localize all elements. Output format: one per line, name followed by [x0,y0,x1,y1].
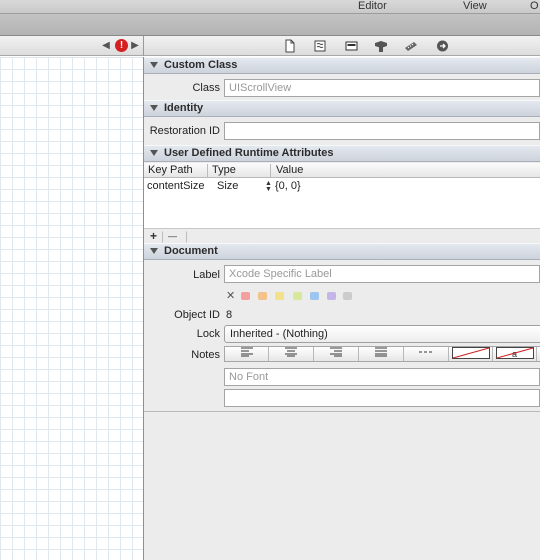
menu-bar: Editor View O [0,0,540,14]
label-color-orange[interactable] [258,292,267,300]
runtime-attributes-header[interactable]: User Defined Runtime Attributes [144,145,540,162]
menu-view[interactable]: View [463,0,487,12]
value-cell[interactable]: {0, 0} [275,179,301,194]
size-inspector-icon[interactable] [404,39,418,53]
menu-other[interactable]: O [530,0,539,12]
remove-attribute-button[interactable]: — [168,229,177,243]
type-cell[interactable]: Size [217,179,238,194]
runtime-attributes-table[interactable]: Key Path Type Value contentSize Size ▲ ▼ … [144,163,540,229]
table-header: Key Path Type Value [144,163,540,178]
restoration-id-label: Restoration ID [149,125,220,137]
background-color-button[interactable]: a [493,347,537,361]
label-color-green[interactable] [293,292,302,300]
quick-help-icon[interactable] [313,39,327,53]
object-id-label: Object ID [174,309,220,321]
column-type[interactable]: Type [212,163,236,178]
align-justify-button[interactable] [359,347,404,361]
class-label: Class [192,82,220,94]
label-color-red[interactable] [241,292,250,300]
menu-editor[interactable]: Editor [358,0,387,12]
button-separator: | [161,229,165,243]
text-color-button[interactable] [449,347,493,361]
column-separator [207,164,208,177]
align-left-button[interactable] [225,347,269,361]
align-natural-button[interactable] [404,347,449,361]
label-field[interactable]: Xcode Specific Label [224,265,540,283]
class-field[interactable]: UIScrollView [224,79,540,97]
svg-text:a: a [512,349,517,359]
label-color-blue[interactable] [310,292,319,300]
next-issue-icon[interactable]: ▶ [130,39,140,53]
attributes-inspector-icon[interactable] [374,39,388,53]
custom-class-header[interactable]: Custom Class [144,57,540,74]
align-right-button[interactable] [314,347,359,361]
disclosure-triangle-icon[interactable] [150,248,158,254]
section-divider [144,411,540,412]
table-row[interactable]: contentSize Size ▲ ▼ {0, 0} [144,179,540,195]
label-placeholder: Xcode Specific Label [229,268,332,280]
notes-font-field[interactable]: No Font [224,368,540,386]
disclosure-triangle-icon[interactable] [150,150,158,156]
disclosure-triangle-icon[interactable] [150,62,158,68]
key-path-cell[interactable]: contentSize [147,179,204,194]
add-attribute-button[interactable]: + [150,229,157,243]
notes-label: Notes [191,349,220,361]
label-label: Label [193,269,220,281]
column-separator [270,164,271,177]
align-center-button[interactable] [269,347,314,361]
identity-inspector-icon[interactable] [344,39,358,53]
notes-text-area[interactable] [224,389,540,407]
column-value[interactable]: Value [276,163,303,178]
previous-issue-icon[interactable]: ◀ [101,39,111,53]
disclosure-triangle-icon[interactable] [150,105,158,111]
document-header[interactable]: Document [144,243,540,260]
restoration-id-field[interactable] [224,122,540,140]
storyboard-canvas[interactable] [0,57,143,560]
clear-label-color-icon[interactable]: ✕ [226,290,235,302]
button-separator: | [185,229,189,243]
notes-format-bar: a [224,346,540,362]
connections-inspector-icon[interactable] [435,39,449,53]
lock-popup[interactable]: Inherited - (Nothing) [224,325,540,343]
class-placeholder: UIScrollView [229,82,292,94]
section-title: Custom Class [164,59,238,71]
section-title: Document [164,245,218,257]
label-color-purple[interactable] [327,292,336,300]
toolbar [0,14,540,36]
file-inspector-icon[interactable] [283,39,297,53]
label-color-yellow[interactable] [275,292,284,300]
type-popup-arrows-icon[interactable]: ▲ ▼ [265,180,272,193]
label-color-gray[interactable] [343,292,352,300]
column-key-path[interactable]: Key Path [148,163,193,178]
error-badge-icon[interactable]: ! [115,39,128,52]
notes-font-placeholder: No Font [229,371,269,383]
object-id-value: 8 [226,309,233,321]
section-title: Identity [164,102,204,114]
identity-header[interactable]: Identity [144,100,540,117]
attributes-add-remove-bar: + | — | [144,229,540,243]
pane-divider [143,36,144,56]
lock-label: Lock [196,328,220,340]
section-title: User Defined Runtime Attributes [164,147,334,159]
identity-inspector-panel: Custom Class Class UIScrollView Identity… [144,57,540,560]
jump-bar: ◀ ! ▶ [0,36,540,56]
